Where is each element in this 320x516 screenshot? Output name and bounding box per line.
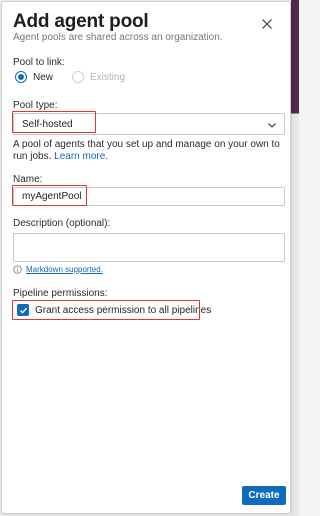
description-label: Description (optional): bbox=[13, 218, 111, 229]
radio-existing-label: Existing bbox=[90, 71, 126, 83]
radio-existing[interactable]: Existing bbox=[72, 70, 125, 84]
background-strip bbox=[291, 0, 299, 516]
pool-type-select[interactable]: Self-hosted bbox=[13, 113, 285, 135]
radio-existing-indicator[interactable] bbox=[72, 71, 84, 83]
grant-access-checkbox[interactable] bbox=[17, 304, 29, 316]
description-input[interactable] bbox=[13, 233, 285, 262]
pool-type-label: Pool type: bbox=[13, 100, 58, 111]
pool-type-value: Self-hosted bbox=[22, 118, 73, 130]
chevron-down-icon bbox=[268, 123, 276, 128]
checkmark-icon bbox=[19, 307, 27, 314]
markdown-hint: Markdown supported. bbox=[13, 265, 103, 274]
radio-new-label: New bbox=[33, 71, 54, 83]
info-icon bbox=[13, 265, 22, 274]
create-button[interactable]: Create bbox=[242, 486, 286, 505]
add-agent-pool-dialog: Add agent pool Agent pools are shared ac… bbox=[1, 1, 291, 514]
radio-new[interactable]: New bbox=[15, 70, 53, 84]
close-button[interactable] bbox=[259, 16, 275, 32]
pool-link-label: Pool to link: bbox=[13, 57, 65, 68]
close-icon bbox=[262, 19, 272, 29]
name-input[interactable] bbox=[13, 187, 285, 206]
dialog-title: Add agent pool bbox=[13, 11, 149, 32]
pool-type-help: A pool of agents that you set up and man… bbox=[13, 139, 287, 163]
name-label: Name: bbox=[13, 174, 43, 185]
pipeline-permissions-label: Pipeline permissions: bbox=[13, 288, 108, 299]
radio-new-indicator[interactable] bbox=[15, 71, 27, 83]
grant-access-label: Grant access permission to all pipelines bbox=[35, 304, 212, 316]
dialog-subtitle: Agent pools are shared across an organiz… bbox=[13, 32, 223, 43]
markdown-link[interactable]: Markdown supported. bbox=[26, 265, 103, 274]
learn-more-link[interactable]: Learn more. bbox=[54, 151, 108, 162]
grant-access-checkbox-row[interactable]: Grant access permission to all pipelines bbox=[17, 304, 211, 316]
